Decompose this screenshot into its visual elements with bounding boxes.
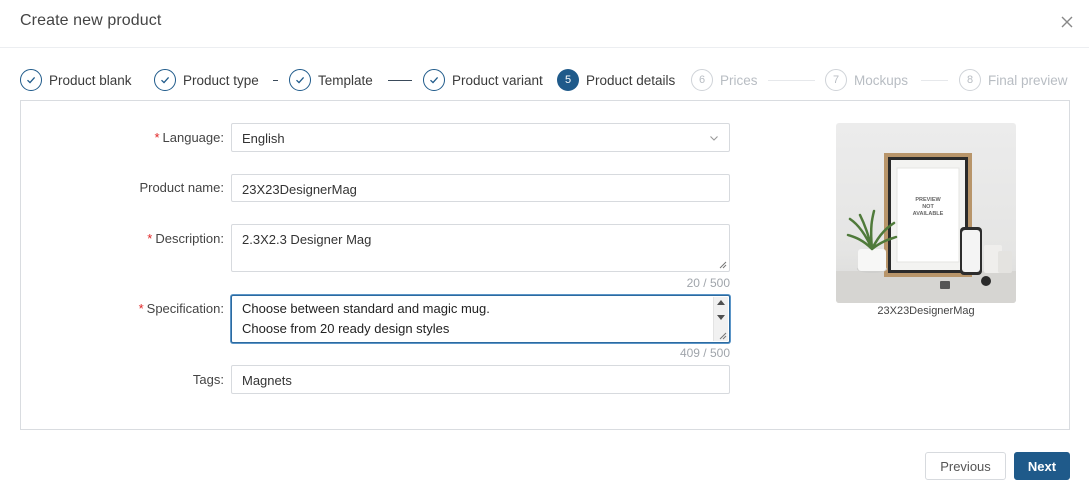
step-label: Prices (720, 72, 758, 88)
step-prices[interactable]: 6 Prices (691, 69, 758, 91)
specification-line-1: Choose between standard and magic mug. (242, 301, 490, 316)
step-connector (273, 80, 278, 81)
scroll-up-arrow-icon[interactable] (717, 300, 725, 305)
step-label: Product type (183, 72, 259, 88)
check-icon (154, 69, 176, 91)
step-product-blank[interactable]: Product blank (20, 69, 132, 91)
step-product-details[interactable]: 5 Product details (557, 69, 675, 91)
specification-line-2: Choose from 20 ready design styles (242, 321, 450, 336)
preview-placeholder-line-2: NOT (922, 204, 934, 210)
description-label-text: Description (155, 231, 221, 246)
product-preview-image: PREVIEW NOT AVAILABLE (836, 123, 1016, 303)
language-value: English (242, 131, 285, 146)
product-name-input[interactable]: 23X23DesignerMag (231, 174, 730, 202)
product-name-label-text: Product name (139, 180, 221, 195)
step-label: Product blank (49, 72, 132, 88)
next-button[interactable]: Next (1014, 452, 1070, 480)
scroll-down-arrow-icon[interactable] (717, 315, 725, 320)
tags-value: Magnets (242, 373, 292, 388)
specification-label-text: Specification (146, 301, 221, 316)
resize-handle-icon[interactable] (719, 261, 727, 269)
step-connector (768, 80, 815, 81)
step-connector (921, 80, 948, 81)
check-icon (423, 69, 445, 91)
step-number: 5 (557, 69, 579, 91)
mockup-scene-illustration: PREVIEW NOT AVAILABLE (836, 153, 1016, 303)
tags-label: Tags: (192, 372, 224, 387)
preview-placeholder-line-3: AVAILABLE (913, 211, 944, 217)
step-final-preview[interactable]: 8 Final preview (959, 69, 1068, 91)
step-label: Product variant (452, 72, 543, 88)
required-marker: * (154, 130, 160, 145)
required-marker: * (147, 231, 153, 246)
check-icon (20, 69, 42, 91)
dialog-title: Create new product (20, 12, 162, 29)
language-label: * Language: (154, 130, 224, 145)
check-icon (289, 69, 311, 91)
chevron-down-icon (710, 136, 718, 141)
step-product-variant[interactable]: Product variant (423, 69, 543, 91)
product-name-value: 23X23DesignerMag (242, 182, 357, 197)
step-number: 7 (825, 69, 847, 91)
language-select[interactable]: English (231, 123, 730, 152)
description-textarea[interactable]: 2.3X2.3 Designer Mag (231, 224, 730, 272)
product-name-label: Product name: (139, 180, 224, 195)
step-template[interactable]: Template (289, 69, 373, 91)
language-label-text: Language (162, 130, 221, 145)
dialog-header: Create new product (0, 0, 1089, 48)
step-product-type[interactable]: Product type (154, 69, 259, 91)
step-label: Mockups (854, 72, 909, 88)
close-icon[interactable] (1058, 13, 1076, 31)
description-counter: 20 / 500 (686, 276, 730, 290)
step-number: 6 (691, 69, 713, 91)
specification-label: * Specification: (138, 301, 224, 316)
stepper: Product blank Product type Template Prod… (0, 62, 1089, 98)
specification-counter: 409 / 500 (679, 346, 730, 360)
preview-placeholder-line-1: PREVIEW (915, 197, 941, 203)
step-number: 8 (959, 69, 981, 91)
step-label: Template (318, 72, 373, 88)
required-marker: * (138, 301, 144, 316)
description-value: 2.3X2.3 Designer Mag (242, 232, 372, 247)
step-label: Final preview (988, 72, 1068, 88)
previous-button[interactable]: Previous (925, 452, 1006, 480)
resize-handle-icon[interactable] (719, 332, 727, 340)
step-label: Product details (586, 72, 676, 88)
tags-label-text: Tags (192, 372, 221, 387)
specification-textarea[interactable]: Choose between standard and magic mug. C… (231, 295, 730, 343)
tags-input[interactable]: Magnets (231, 365, 730, 394)
description-label: * Description: (147, 231, 224, 246)
step-connector (388, 80, 412, 81)
step-mockups[interactable]: 7 Mockups (825, 69, 908, 91)
preview-caption: 23X23DesignerMag (877, 305, 975, 317)
